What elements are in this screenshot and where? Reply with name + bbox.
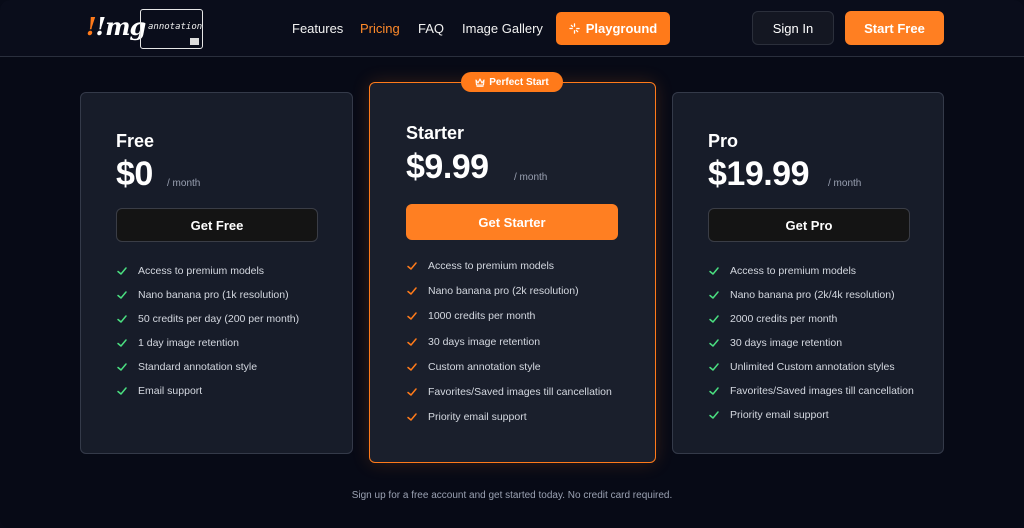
feature-text: 30 days image retention: [730, 337, 843, 349]
check-icon: [117, 291, 127, 299]
playground-button[interactable]: Playground: [556, 12, 670, 45]
feature-item: 50 credits per day (200 per month): [116, 307, 299, 331]
feature-text: Priority email support: [428, 411, 527, 424]
feature-item: 1 day image retention: [116, 331, 299, 355]
plan-period: / month: [167, 178, 201, 189]
logo-text: !mg: [95, 12, 147, 41]
feature-text: Nano banana pro (2k/4k resolution): [730, 289, 895, 301]
feature-item: 2000 credits per month: [708, 307, 914, 331]
feature-text: Email support: [138, 385, 203, 397]
nav-features[interactable]: Features: [292, 21, 343, 36]
check-icon: [407, 312, 417, 320]
check-icon: [709, 339, 719, 347]
feature-text: Standard annotation style: [138, 361, 258, 373]
plan-price: $0: [116, 155, 153, 193]
get-pro-button[interactable]: Get Pro: [708, 208, 910, 242]
check-icon: [407, 363, 417, 371]
plan-period: / month: [514, 172, 548, 183]
feature-list: Access to premium models Nano banana pro…: [406, 253, 612, 430]
feature-text: 2000 credits per month: [730, 313, 838, 325]
sparkle-icon: [569, 23, 580, 34]
check-icon: [407, 261, 417, 270]
nav-faq[interactable]: FAQ: [418, 21, 444, 36]
feature-item: Standard annotation style: [116, 355, 299, 379]
start-free-button[interactable]: Start Free: [845, 11, 944, 45]
plan-card-free: Free $0 / month Get Free Access to premi…: [80, 92, 353, 454]
plan-card-starter: Starter $9.99 / month Get Starter Access…: [369, 82, 656, 463]
logo-tagline: annotation: [148, 22, 203, 32]
feature-list: Access to premium models Nano banana pro…: [708, 259, 914, 427]
check-icon: [407, 287, 417, 295]
feature-item: Unlimited Custom annotation styles: [708, 355, 914, 379]
feature-item: Nano banana pro (1k resolution): [116, 283, 299, 307]
feature-item: 30 days image retention: [708, 331, 914, 355]
feature-item: Access to premium models: [406, 253, 612, 278]
check-icon: [117, 267, 127, 275]
perfect-start-badge: Perfect Start: [461, 72, 563, 92]
feature-item: Priority email support: [406, 405, 612, 430]
playground-label: Playground: [585, 21, 658, 36]
feature-item: Access to premium models: [116, 259, 299, 283]
plan-name: Free: [116, 131, 155, 151]
check-icon: [407, 413, 417, 422]
feature-text: Favorites/Saved images till cancellation: [730, 385, 914, 397]
feature-item: Access to premium models: [708, 259, 914, 283]
plan-name: Starter: [406, 123, 465, 143]
check-icon: [117, 363, 127, 371]
logo[interactable]: !!mg: [86, 12, 146, 42]
feature-list: Access to premium models Nano banana pro…: [116, 259, 299, 403]
check-icon: [709, 411, 719, 419]
crown-icon: [475, 77, 485, 87]
feature-text: Nano banana pro (2k resolution): [428, 284, 579, 297]
feature-text: Custom annotation style: [428, 360, 541, 373]
feature-item: Favorites/Saved images till cancellation: [406, 379, 612, 404]
feature-item: Custom annotation style: [406, 354, 612, 379]
feature-text: 1 day image retention: [138, 337, 239, 349]
feature-text: 50 credits per day (200 per month): [138, 313, 300, 325]
get-starter-button[interactable]: Get Starter: [406, 204, 618, 240]
feature-text: Access to premium models: [428, 259, 555, 272]
feature-text: 30 days image retention: [428, 335, 541, 348]
check-icon: [709, 363, 719, 371]
check-icon: [709, 267, 719, 275]
plan-price: $19.99: [708, 155, 810, 193]
check-icon: [709, 291, 719, 299]
feature-item: 1000 credits per month: [406, 304, 612, 329]
logo-bang: !: [86, 12, 97, 41]
feature-item: Nano banana pro (2k/4k resolution): [708, 283, 914, 307]
feature-text: Priority email support: [730, 409, 829, 421]
feature-item: Favorites/Saved images till cancellation: [708, 379, 914, 403]
badge-label: Perfect Start: [489, 76, 549, 88]
feature-text: Unlimited Custom annotation styles: [730, 361, 895, 373]
check-icon: [407, 337, 417, 346]
feature-item: Nano banana pro (2k resolution): [406, 278, 612, 303]
check-icon: [407, 388, 417, 396]
feature-item: 30 days image retention: [406, 329, 612, 354]
check-icon: [117, 339, 127, 347]
check-icon: [117, 387, 127, 395]
logo-annotation-box[interactable]: annotation: [140, 9, 203, 49]
feature-text: Favorites/Saved images till cancellation: [428, 386, 612, 399]
header: !!mg annotation Features Pricing FAQ Ima…: [0, 0, 1024, 57]
plan-period: / month: [828, 178, 862, 189]
nav-image-gallery[interactable]: Image Gallery: [462, 21, 543, 36]
page: !!mg annotation Features Pricing FAQ Ima…: [0, 0, 1024, 528]
feature-text: Nano banana pro (1k resolution): [138, 289, 289, 301]
nav-pricing[interactable]: Pricing: [360, 21, 400, 36]
feature-item: Priority email support: [708, 403, 914, 427]
image-icon: [190, 38, 199, 45]
get-free-button[interactable]: Get Free: [116, 208, 318, 242]
feature-text: 1000 credits per month: [428, 310, 536, 323]
plan-name: Pro: [708, 131, 739, 151]
check-icon: [117, 315, 127, 323]
sign-in-button[interactable]: Sign In: [752, 11, 834, 45]
check-icon: [709, 387, 719, 395]
footer-note: Sign up for a free account and get start…: [351, 490, 673, 501]
feature-text: Access to premium models: [138, 265, 265, 277]
feature-item: Email support: [116, 379, 299, 403]
plan-card-pro: Pro $19.99 / month Get Pro Access to pre…: [672, 92, 944, 454]
feature-text: Access to premium models: [730, 265, 857, 277]
plan-price: $9.99: [406, 148, 489, 186]
check-icon: [709, 315, 719, 323]
